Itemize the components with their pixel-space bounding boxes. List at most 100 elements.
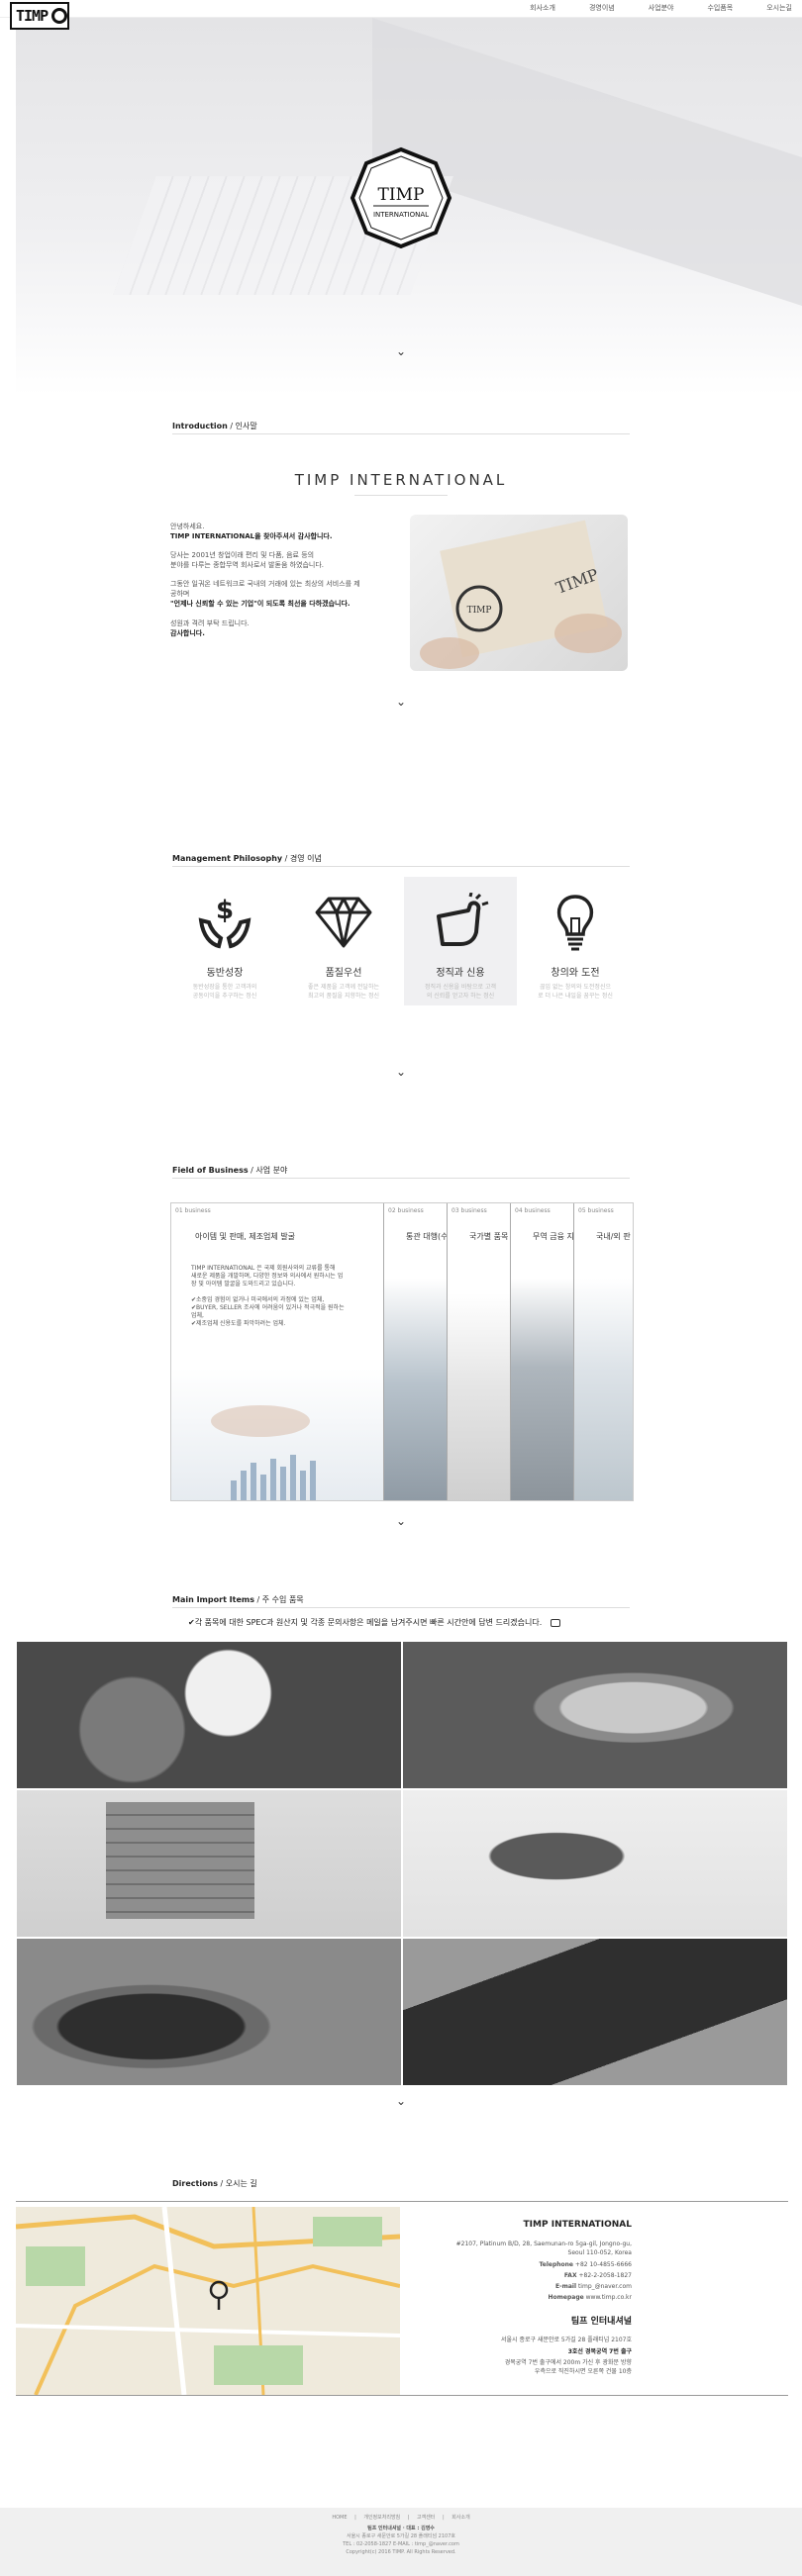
address-line: Seoul 110-052, Korea bbox=[567, 2249, 632, 2256]
scroll-down-icon[interactable]: ⌄ bbox=[391, 695, 411, 709]
philosophy-desc: 동반성장을 통한 고객과의 공동이익을 추구하는 정신 bbox=[192, 984, 257, 1000]
intro-line: TIMP INTERNATIONAL을 찾아주셔서 감사합니다. bbox=[170, 532, 333, 540]
philosophy-item[interactable]: $ 동반성장 동반성장을 통한 고객과의 공동이익을 추구하는 정신 bbox=[168, 877, 281, 1005]
footer-line: Copyright(c) 2016 TIMP. All Rights Reser… bbox=[346, 2549, 456, 2555]
business-panel-body: TIMP INTERNATIONAL 은 국제 회원사와의 교류를 통해 새로운 … bbox=[191, 1265, 345, 1327]
business-accordion: 01 business 아이템 및 판매, 제조업체 발굴 TIMP INTER… bbox=[170, 1202, 634, 1501]
imports-notice: ✔각 품목에 대한 SPEC과 원산지 및 각종 문의사항은 메일을 남겨주시면… bbox=[188, 1617, 560, 1628]
philosophy-desc: 정직과 신용을 바탕으로 고객 의 신뢰를 얻고자 하는 정신 bbox=[425, 984, 496, 1000]
intro-section-title: Introduction / 인사말 bbox=[172, 422, 257, 430]
logo-text: TIMP bbox=[16, 7, 49, 25]
import-item-photo-coming-soon[interactable] bbox=[402, 1938, 788, 2086]
emblem-title: TIMP bbox=[378, 185, 425, 205]
divider bbox=[16, 2201, 788, 2202]
lightbulb-icon bbox=[556, 895, 594, 951]
business-panel-number: 05 business bbox=[578, 1207, 614, 1214]
philosophy-name: 동반성장 bbox=[206, 968, 244, 979]
svg-text:$: $ bbox=[216, 896, 234, 925]
philosophy-name: 창의와 도전 bbox=[551, 968, 600, 979]
money-hands-icon: $ bbox=[198, 896, 251, 949]
directions-section-title: Directions / 오시는 길 bbox=[172, 2179, 257, 2188]
top-nav: TIMP 회사소개 경영이념 사업분야 수입품목 오시는길 bbox=[0, 0, 802, 30]
emblem-subtitle: INTERNATIONAL bbox=[373, 211, 429, 219]
import-item-photo[interactable] bbox=[402, 1789, 788, 1938]
site-logo[interactable]: TIMP bbox=[10, 2, 69, 30]
imports-section-title: Main Import Items / 주 수입 품목 bbox=[172, 1595, 304, 1604]
footer-line: 서울시 종로구 새문안로 5가길 28 플래티넘 2107호 bbox=[346, 2533, 455, 2539]
philosophy-desc: 좋은 제품을 고객께 전달하는 최고의 품질을 지향하는 정신 bbox=[308, 984, 379, 1000]
business-chart-photo bbox=[211, 1405, 316, 1500]
route-line: 우측으로 직진하시면 오른쪽 건물 10층 bbox=[534, 2368, 632, 2375]
route-line: 경복궁역 7번 출구에서 200m 가신 후 광화문 방향 bbox=[504, 2359, 632, 2366]
intro-brand: TIMP INTERNATIONAL bbox=[294, 471, 508, 489]
philosophy-item[interactable]: 품질우선 좋은 제품을 고객께 전달하는 최고의 품질을 지향하는 정신 bbox=[287, 877, 400, 1005]
import-item-photo[interactable] bbox=[16, 1789, 402, 1938]
address-line: #2107, Platinum B/D, 28, Saemunan-ro 5ga… bbox=[455, 2241, 632, 2247]
footer-line: 팀프 인터내셔널 · 대표 : 김영수 bbox=[367, 2526, 435, 2531]
divider bbox=[16, 2395, 788, 2396]
diamond-icon bbox=[315, 897, 372, 948]
intro-line: 분야를 다루는 종합무역 회사로서 발돋움 하였습니다. bbox=[170, 561, 325, 569]
fax: FAX +82-2-2058-1827 bbox=[563, 2272, 632, 2279]
import-item-photo[interactable] bbox=[402, 1641, 788, 1789]
company-name-en: TIMP INTERNATIONAL bbox=[523, 2220, 632, 2230]
site-footer: HOME | 개인정보처리방침 | 고객센터 | 회사소개 팀프 인터내셔널 ·… bbox=[0, 2508, 802, 2576]
email[interactable]: E-mail timp_@naver.com bbox=[555, 2282, 632, 2291]
scroll-down-icon[interactable]: ⌄ bbox=[391, 2094, 411, 2108]
intro-line: 감사합니다. bbox=[170, 629, 205, 637]
menu-item-philosophy[interactable]: 경영이념 bbox=[589, 3, 615, 13]
business-panel[interactable]: 03 business 국가별 품목 bbox=[447, 1203, 510, 1500]
divider bbox=[172, 1607, 630, 1608]
philosophy-name: 품질우선 bbox=[325, 968, 362, 979]
divider bbox=[354, 495, 448, 496]
business-panel-heading: 아이템 및 판매, 제조업체 발굴 bbox=[195, 1232, 296, 1241]
location-map[interactable] bbox=[16, 2207, 400, 2395]
subway-exit: 3호선 경복궁역 7번 출구 bbox=[567, 2348, 632, 2355]
philosophy-section-title: Management Philosophy / 경영 이념 bbox=[172, 854, 322, 863]
mail-icon[interactable] bbox=[550, 1618, 560, 1627]
logo-ring-icon bbox=[51, 8, 67, 24]
scroll-down-icon[interactable]: ⌄ bbox=[391, 1514, 411, 1528]
business-panel-number: 03 business bbox=[451, 1207, 487, 1214]
scroll-down-icon[interactable]: ⌄ bbox=[391, 1065, 411, 1079]
company-name-ko: 팀프 인터내셔널 bbox=[570, 2317, 632, 2327]
philosophy-item[interactable]: 창의와 도전 끊임 없는 창의와 도전정신으 로 더 나은 내일을 꿈꾸는 정신 bbox=[519, 877, 632, 1005]
philosophy-desc: 끊임 없는 창의와 도전정신으 로 더 나은 내일을 꿈꾸는 정신 bbox=[538, 984, 613, 1000]
business-panel[interactable]: 05 business 국내/외 판 bbox=[573, 1203, 633, 1500]
business-panel-heading: 국내/외 판 bbox=[596, 1232, 631, 1241]
footer-line: TEL : 02-2058-1827 E-MAIL : timp_@naver.… bbox=[343, 2541, 459, 2547]
import-item-photo[interactable] bbox=[16, 1938, 402, 2086]
business-panel-active[interactable]: 01 business 아이템 및 판매, 제조업체 발굴 TIMP INTER… bbox=[171, 1203, 383, 1500]
homepage[interactable]: Homepage www.timp.co.kr bbox=[549, 2293, 632, 2302]
menu-item-imports[interactable]: 수입품목 bbox=[707, 3, 733, 13]
divider bbox=[172, 866, 630, 867]
menu-item-business[interactable]: 사업분야 bbox=[649, 3, 674, 13]
menu-item-directions[interactable]: 오시는길 bbox=[766, 3, 792, 13]
timp-emblem: TIMP INTERNATIONAL bbox=[350, 146, 452, 249]
philosophy-name: 정직과 신용 bbox=[436, 968, 485, 979]
handshake-icon bbox=[437, 892, 489, 946]
business-panel-heading: 통관 대행(수 bbox=[406, 1232, 449, 1241]
scroll-down-icon[interactable]: ⌄ bbox=[391, 344, 411, 358]
business-panel-heading: 무역 금융 지 bbox=[533, 1232, 574, 1241]
philosophy-item-active[interactable]: 정직과 신용 정직과 신용을 바탕으로 고객 의 신뢰를 얻고자 하는 정신 bbox=[404, 877, 517, 1005]
telephone: Telephone +82 10-4855-6666 bbox=[539, 2261, 632, 2268]
menu-item-about[interactable]: 회사소개 bbox=[530, 3, 555, 13]
import-item-photo[interactable] bbox=[16, 1641, 402, 1789]
business-section-title: Field of Business / 사업 분야 bbox=[172, 1166, 288, 1175]
main-menu: 회사소개 경영이념 사업분야 수입품목 오시는길 bbox=[530, 3, 792, 13]
business-panel-number: 04 business bbox=[515, 1207, 551, 1214]
divider bbox=[172, 1178, 630, 1179]
business-panel-number: 02 business bbox=[388, 1207, 424, 1214]
business-panel-heading: 국가별 품목 bbox=[469, 1232, 509, 1241]
intro-photo: TIMP TIMP bbox=[410, 515, 628, 671]
intro-line: 그동안 일궈온 네트워크로 국내의 거래에 있는 최상의 서비스를 제 bbox=[170, 580, 360, 588]
business-panel[interactable]: 02 business 통관 대행(수 bbox=[383, 1203, 449, 1500]
address-ko: 서울시 종로구 새문안로 5가길 28 플래티넘 2107호 bbox=[500, 2337, 632, 2343]
footer-links[interactable]: HOME | 개인정보처리방침 | 고객센터 | 회사소개 bbox=[0, 2514, 802, 2521]
import-items-gallery bbox=[16, 1641, 788, 2086]
business-panel[interactable]: 04 business 무역 금융 지 bbox=[510, 1203, 574, 1500]
svg-text:TIMP: TIMP bbox=[467, 606, 492, 616]
divider bbox=[172, 433, 630, 434]
business-panel-number: 01 business bbox=[175, 1207, 211, 1214]
